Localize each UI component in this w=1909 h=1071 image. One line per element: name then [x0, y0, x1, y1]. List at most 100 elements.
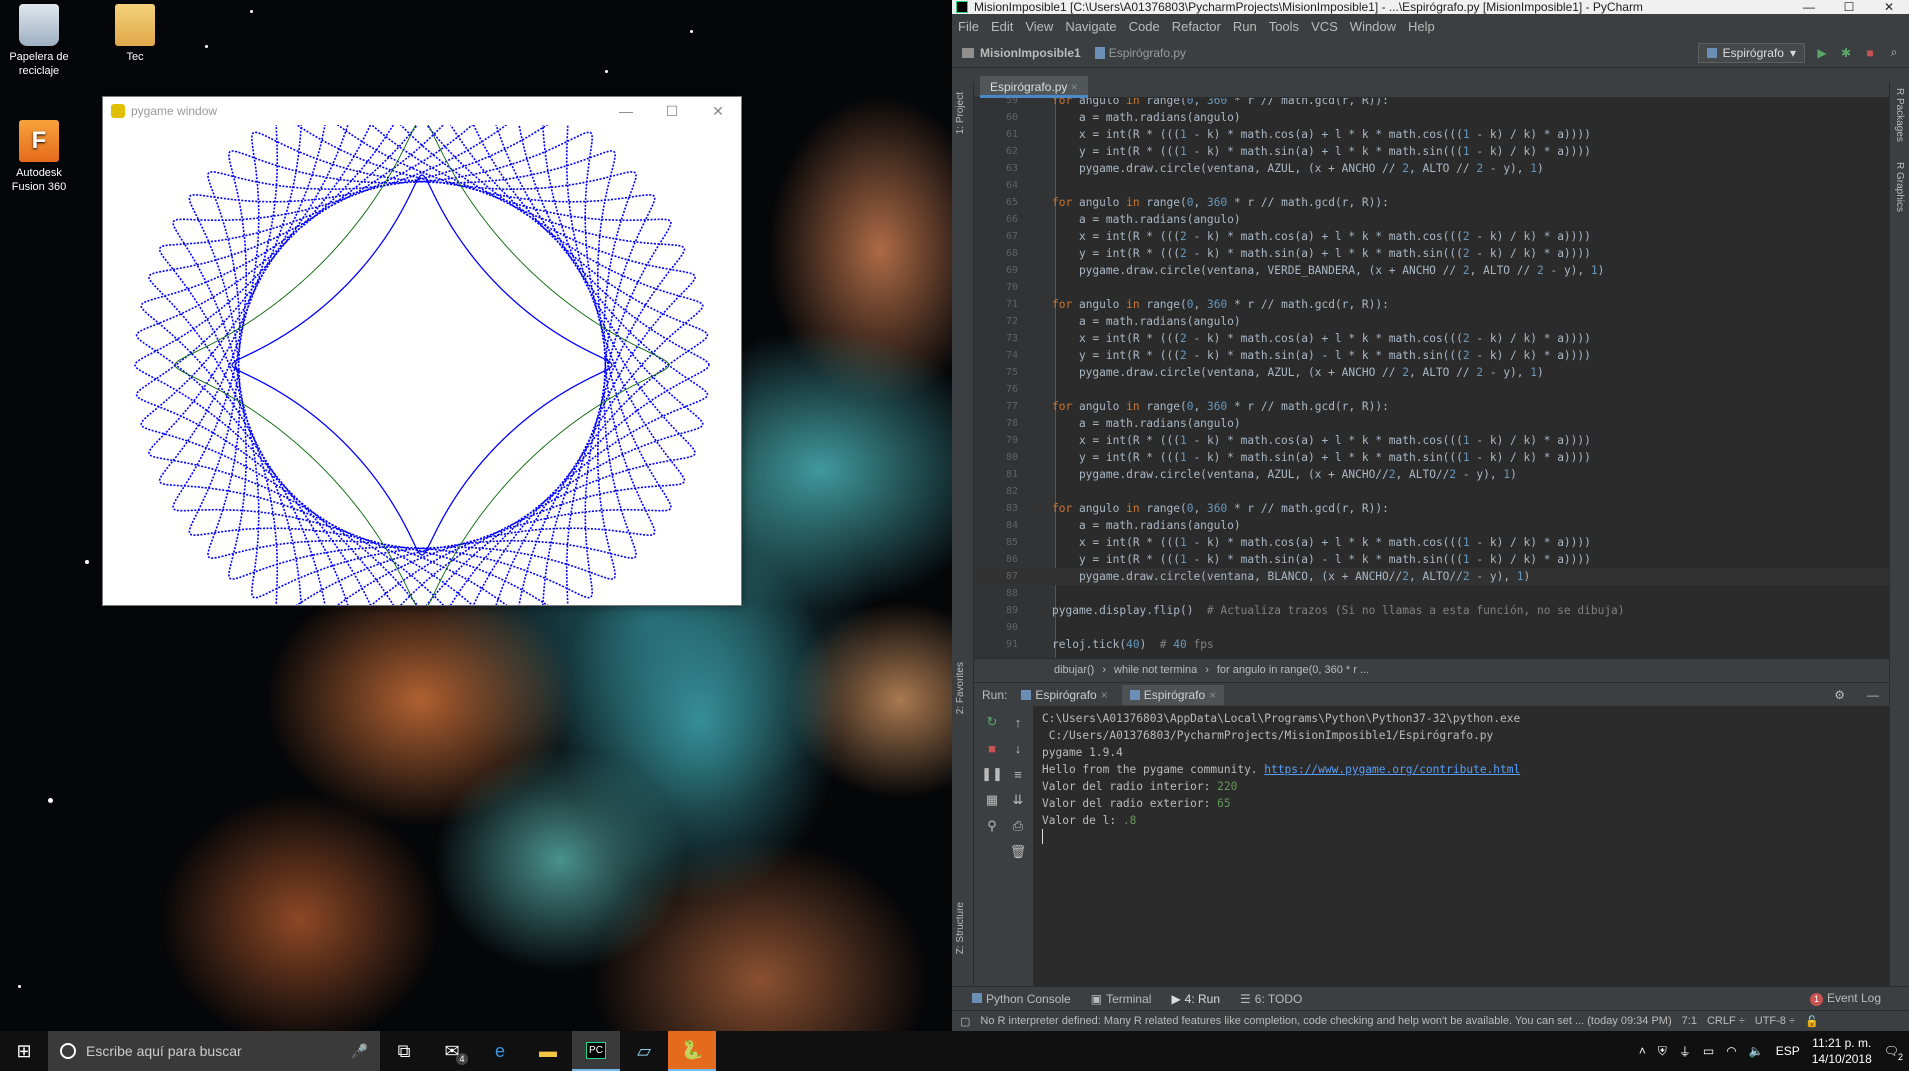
lock-icon[interactable]: 🔓 [1805, 1015, 1819, 1028]
event-log-tab[interactable]: 1 Event Log [1809, 991, 1881, 1006]
trash-icon[interactable]: 🗑 [1008, 842, 1028, 862]
gear-icon[interactable]: ⚙ [1834, 688, 1845, 702]
code-line[interactable]: 66 a = math.radians(angulo) [974, 211, 1889, 228]
menu-item-view[interactable]: View [1025, 19, 1053, 34]
code-line[interactable]: 60 a = math.radians(angulo) [974, 109, 1889, 126]
close-icon[interactable]: × [1101, 688, 1108, 702]
menu-item-help[interactable]: Help [1408, 19, 1435, 34]
status-message[interactable]: No R interpreter defined: Many R related… [980, 1015, 1671, 1027]
edge-app[interactable]: e [476, 1031, 524, 1071]
tool-window-structure[interactable]: Z: Structure [955, 902, 966, 954]
code-editor[interactable]: 59 for angulo in range(0, 360 * r // math… [974, 98, 1889, 658]
status-toggle-icon[interactable]: ▢ [960, 1015, 970, 1028]
editor-tab[interactable]: Espirógrafo.py × [980, 76, 1088, 98]
code-line[interactable]: 62 y = int(R * (((1 - k) * math.sin(a) +… [974, 143, 1889, 160]
breadcrumb-item[interactable]: while not termina [1114, 664, 1197, 676]
python-console-tab[interactable]: Python Console [972, 992, 1071, 1006]
code-line[interactable]: 59 for angulo in range(0, 360 * r // math… [974, 98, 1889, 109]
code-line[interactable]: 63 pygame.draw.circle(ventana, AZUL, (x … [974, 160, 1889, 177]
menu-item-code[interactable]: Code [1129, 19, 1160, 34]
menu-item-refactor[interactable]: Refactor [1172, 19, 1221, 34]
console-link[interactable]: https://www.pygame.org/contribute.html [1264, 763, 1520, 776]
breadcrumb-item[interactable]: dibujar() [1054, 664, 1094, 676]
code-line[interactable]: 82 [974, 483, 1889, 500]
console-cursor[interactable] [1042, 829, 1043, 844]
code-line[interactable]: 69 pygame.draw.circle(ventana, VERDE_BAN… [974, 262, 1889, 279]
code-line[interactable]: 81 pygame.draw.circle(ventana, AZUL, (x … [974, 466, 1889, 483]
pygame-titlebar[interactable]: pygame window — ☐ ✕ [103, 97, 741, 125]
caret-position[interactable]: 7:1 [1682, 1015, 1697, 1027]
code-line[interactable]: 84 a = math.radians(angulo) [974, 517, 1889, 534]
notepad-app[interactable]: ▱ [620, 1031, 668, 1071]
code-line[interactable]: 86 y = int(R * (((1 - k) * math.sin(a) -… [974, 551, 1889, 568]
minimize-button[interactable]: — [603, 103, 649, 120]
down-arrow-icon[interactable]: ↓ [1008, 738, 1028, 758]
run-tab-bottom[interactable]: ▶ 4: Run [1171, 992, 1220, 1006]
code-line[interactable]: 73 x = int(R * (((2 - k) * math.cos(a) +… [974, 330, 1889, 347]
language-indicator[interactable]: ESP [1776, 1044, 1800, 1058]
code-line[interactable]: 77 for angulo in range(0, 360 * r // math… [974, 398, 1889, 415]
run-icon[interactable]: ▶ [1815, 46, 1829, 60]
code-line[interactable]: 61 x = int(R * (((1 - k) * math.cos(a) +… [974, 126, 1889, 143]
menu-item-run[interactable]: Run [1233, 19, 1257, 34]
start-button[interactable]: ⊞ [0, 1031, 48, 1071]
code-line[interactable]: 67 x = int(R * (((2 - k) * math.cos(a) +… [974, 228, 1889, 245]
mail-app[interactable]: ✉ 4 [428, 1031, 476, 1071]
code-line[interactable]: 91 reloj.tick(40) # 40 fps [974, 636, 1889, 653]
code-line[interactable]: 79 x = int(R * (((1 - k) * math.cos(a) +… [974, 432, 1889, 449]
code-line[interactable]: 71 for angulo in range(0, 360 * r // math… [974, 296, 1889, 313]
task-view-button[interactable]: ⧉ [380, 1031, 428, 1071]
security-icon[interactable]: ⛨ [1658, 1044, 1667, 1059]
code-line[interactable]: 88 [974, 585, 1889, 602]
code-line[interactable]: 65 for angulo in range(0, 360 * r // math… [974, 194, 1889, 211]
tool-window-favorites[interactable]: 2: Favorites [955, 662, 966, 714]
line-separator[interactable]: CRLF ÷ [1707, 1015, 1745, 1027]
code-line[interactable]: 78 a = math.radians(angulo) [974, 415, 1889, 432]
code-line[interactable]: 74 y = int(R * (((2 - k) * math.sin(a) -… [974, 347, 1889, 364]
run-console[interactable]: C:\Users\A01376803\AppData\Local\Program… [1034, 706, 1889, 986]
microphone-icon[interactable]: 🎤 [351, 1043, 368, 1060]
search-box[interactable]: Escribe aquí para buscar 🎤 [48, 1031, 380, 1071]
battery-icon[interactable]: ▭ [1703, 1044, 1714, 1058]
code-line[interactable]: 87 pygame.draw.circle(ventana, BLANCO, (… [974, 568, 1889, 585]
volume-icon[interactable]: 🔈 [1749, 1044, 1764, 1058]
pycharm-titlebar[interactable]: MisionImposible1 [C:\Users\A01376803\Pyc… [952, 0, 1909, 14]
tool-window-project[interactable]: 1: Project [955, 92, 966, 134]
code-line[interactable]: 72 a = math.radians(angulo) [974, 313, 1889, 330]
scroll-to-end-icon[interactable]: ⇊ [1008, 790, 1028, 810]
search-icon[interactable]: ⌕ [1887, 45, 1901, 60]
menu-item-edit[interactable]: Edit [991, 19, 1013, 34]
code-line[interactable]: 68 y = int(R * (((2 - k) * math.sin(a) +… [974, 245, 1889, 262]
desktop-icon-fusion-360[interactable]: F Autodesk Fusion 360 [0, 120, 78, 194]
code-line[interactable]: 83 for angulo in range(0, 360 * r // math… [974, 500, 1889, 517]
code-line[interactable]: 85 x = int(R * (((1 - k) * math.cos(a) +… [974, 534, 1889, 551]
stop-icon[interactable]: ■ [1863, 46, 1877, 60]
desktop-icon-recycle-bin[interactable]: Papelera de reciclaje [0, 4, 78, 78]
pygame-window[interactable]: pygame window — ☐ ✕ [102, 96, 742, 606]
notification-icon[interactable]: 🗨 2 [1884, 1044, 1903, 1062]
menu-item-file[interactable]: File [958, 19, 979, 34]
menu-item-vcs[interactable]: VCS [1311, 19, 1338, 34]
pycharm-app[interactable]: PC [572, 1031, 620, 1071]
nav-project[interactable]: MisionImposible1 [980, 46, 1081, 60]
file-encoding[interactable]: UTF-8 ÷ [1755, 1015, 1795, 1027]
menu-item-window[interactable]: Window [1350, 19, 1396, 34]
usb-icon[interactable]: ⏚ [1679, 1043, 1691, 1060]
close-button[interactable]: ✕ [1869, 0, 1909, 14]
code-line[interactable]: 75 pygame.draw.circle(ventana, AZUL, (x … [974, 364, 1889, 381]
up-arrow-icon[interactable]: ↑ [1008, 712, 1028, 732]
code-line[interactable]: 89 pygame.display.flip() # Actualiza traz… [974, 602, 1889, 619]
menu-item-navigate[interactable]: Navigate [1065, 19, 1116, 34]
stop-icon[interactable]: ■ [982, 738, 1002, 758]
breadcrumb-item[interactable]: for angulo in range(0, 360 * r ... [1217, 664, 1369, 676]
minimize-button[interactable]: — [1789, 0, 1829, 14]
code-line[interactable]: 80 y = int(R * (((1 - k) * math.sin(a) +… [974, 449, 1889, 466]
chevron-up-icon[interactable]: ˄ [1639, 1044, 1646, 1058]
nav-file[interactable]: Espirógrafo.py [1109, 46, 1186, 60]
close-icon[interactable]: × [1071, 80, 1078, 94]
debug-icon[interactable]: ✱ [1839, 46, 1853, 60]
run-config-select[interactable]: Espirógrafo ▾ [1697, 42, 1805, 63]
print-icon[interactable]: ⎙ [1008, 816, 1028, 836]
desktop-icon-tec[interactable]: Tec [96, 4, 174, 64]
code-line[interactable]: 90 [974, 619, 1889, 636]
